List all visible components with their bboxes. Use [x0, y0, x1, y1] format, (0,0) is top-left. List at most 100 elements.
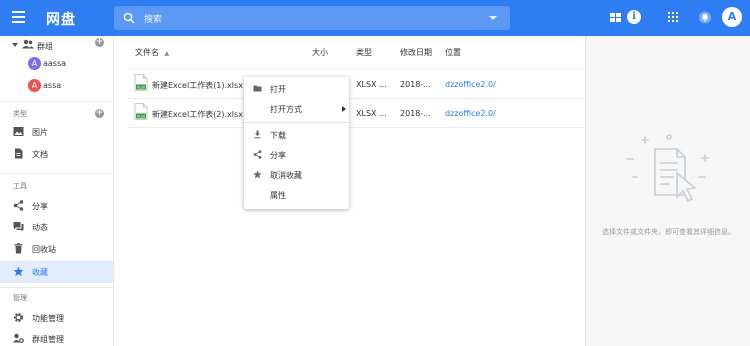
menu-item-label: 属性	[270, 191, 286, 200]
sidebar-types-header: 类型	[13, 110, 27, 118]
activity-icon	[13, 222, 24, 232]
user-avatar-icon: A	[28, 57, 41, 70]
column-header-location[interactable]: 位置	[445, 47, 461, 58]
sidebar-item-images[interactable]: 图片	[0, 122, 113, 142]
sidebar-item-label: 图片	[32, 128, 48, 137]
excel-file-icon: XLSX	[134, 74, 148, 91]
sidebar-item-favorites[interactable]: 收藏	[0, 261, 113, 283]
sidebar-item-label: 功能管理	[32, 314, 64, 323]
sidebar-user-aassa[interactable]: A aassa	[0, 54, 113, 74]
folder-icon	[253, 85, 262, 92]
menu-item-label: 分享	[270, 151, 286, 160]
column-header-modified[interactable]: 修改日期	[400, 47, 432, 58]
sidebar-divider	[0, 287, 113, 288]
empty-selection-illustration-icon	[626, 134, 709, 203]
sidebar-group-header[interactable]: 群组 +	[0, 36, 113, 56]
sidebar: 群组 + A aassa A assa 类型 + 图片 文档 工具 分享 动态 …	[0, 36, 114, 346]
sidebar-manage-header: 管理	[13, 294, 27, 302]
menu-item-label: 打开方式	[270, 105, 302, 114]
search-placeholder: 搜索	[144, 15, 163, 25]
sidebar-item-label: 分享	[32, 202, 48, 211]
sidebar-user-assa[interactable]: A assa	[0, 76, 113, 96]
file-location-link[interactable]: dzzoffice2.0/	[445, 109, 496, 118]
svg-text:XLSX: XLSX	[137, 86, 146, 90]
excel-file-icon: XLSX	[134, 103, 148, 120]
file-location-link[interactable]: dzzoffice2.0/	[445, 80, 496, 89]
column-header-label: 文件名	[135, 48, 159, 57]
menu-item-label: 打开	[270, 85, 286, 94]
search-dropdown-icon[interactable]	[489, 16, 497, 20]
gear-icon	[13, 312, 24, 323]
group-settings-icon	[13, 333, 24, 343]
add-type-icon[interactable]: +	[95, 109, 104, 118]
document-icon	[15, 148, 23, 159]
sidebar-item-feature-management[interactable]: 功能管理	[0, 308, 113, 328]
top-bar: 网盘 搜索 i A	[0, 0, 750, 36]
sidebar-item-label: 群组管理	[32, 335, 64, 344]
sidebar-user-label: aassa	[43, 59, 67, 68]
file-name[interactable]: 新建Excel工作表(2).xlsx	[152, 109, 243, 120]
column-header-size[interactable]: 大小	[312, 47, 328, 58]
search-icon	[123, 12, 135, 24]
sidebar-item-group-management[interactable]: 群组管理	[0, 329, 113, 346]
collapse-caret-icon[interactable]	[12, 43, 18, 47]
sidebar-item-label: 动态	[32, 223, 48, 232]
sidebar-item-label: 收藏	[32, 268, 48, 277]
download-icon	[254, 130, 261, 139]
context-menu: 打开 打开方式 下载 分享 取消收藏 属性	[244, 77, 349, 209]
menu-item-download[interactable]: 下载	[244, 125, 349, 145]
menu-separator	[244, 122, 349, 123]
sidebar-divider	[0, 173, 113, 174]
sidebar-user-label: assa	[43, 81, 62, 90]
svg-text:XLSX: XLSX	[137, 115, 146, 119]
file-type: XLSX ...	[356, 80, 387, 89]
row-divider	[128, 127, 584, 128]
user-avatar-icon: A	[28, 79, 41, 92]
notification-bell-icon[interactable]	[699, 11, 711, 24]
sidebar-tools-header: 工具	[13, 182, 27, 190]
sidebar-group-label: 群组	[37, 42, 53, 51]
app-title: 网盘	[46, 12, 76, 28]
menu-item-label: 取消收藏	[270, 171, 302, 180]
star-icon	[253, 170, 262, 179]
group-icon	[22, 39, 34, 49]
menu-item-open[interactable]: 打开	[244, 79, 349, 99]
menu-item-open-with[interactable]: 打开方式	[244, 99, 349, 119]
file-modified: 2018-...	[400, 109, 431, 118]
apps-grid-icon[interactable]	[668, 12, 678, 22]
header-divider	[128, 68, 584, 69]
sidebar-item-share[interactable]: 分享	[0, 196, 113, 216]
image-icon	[13, 127, 24, 136]
menu-item-properties[interactable]: 属性	[244, 185, 349, 205]
sidebar-item-documents[interactable]: 文档	[0, 144, 113, 164]
trash-icon	[14, 243, 23, 254]
table-row[interactable]: XLSX 新建Excel工作表(1).xlsx ★ XLSX ... 2018-…	[114, 70, 584, 98]
file-modified: 2018-...	[400, 80, 431, 89]
details-panel: 选择文件或文件夹，即可查看其详细信息。	[585, 36, 750, 346]
user-avatar[interactable]: A	[722, 7, 742, 27]
share-icon	[253, 150, 262, 159]
menu-item-unfavorite[interactable]: 取消收藏	[244, 165, 349, 185]
search-input[interactable]: 搜索	[114, 6, 510, 30]
view-toggle-icon[interactable]	[610, 13, 621, 22]
sidebar-item-trash[interactable]: 回收站	[0, 239, 113, 259]
menu-item-label: 下载	[270, 131, 286, 140]
add-group-icon[interactable]: +	[95, 38, 104, 47]
sidebar-item-label: 文档	[32, 150, 48, 159]
star-icon	[13, 266, 24, 277]
column-header-name[interactable]: 文件名 ▲	[135, 47, 169, 58]
file-type: XLSX ...	[356, 109, 387, 118]
submenu-arrow-icon	[342, 106, 346, 112]
sort-ascending-icon[interactable]: ▲	[165, 50, 170, 57]
empty-selection-text: 选择文件或文件夹，即可查看其详细信息。	[602, 228, 735, 236]
file-name[interactable]: 新建Excel工作表(1).xlsx	[152, 80, 243, 91]
sidebar-divider	[0, 101, 113, 102]
sidebar-item-label: 回收站	[32, 245, 56, 254]
column-header-type[interactable]: 类型	[356, 47, 372, 58]
menu-item-share[interactable]: 分享	[244, 145, 349, 165]
table-row[interactable]: XLSX 新建Excel工作表(2).xlsx ★ XLSX ... 2018-…	[114, 99, 584, 127]
share-icon	[13, 200, 24, 211]
hamburger-menu-icon[interactable]	[12, 11, 25, 23]
sidebar-item-activity[interactable]: 动态	[0, 217, 113, 237]
info-icon[interactable]: i	[627, 10, 641, 24]
